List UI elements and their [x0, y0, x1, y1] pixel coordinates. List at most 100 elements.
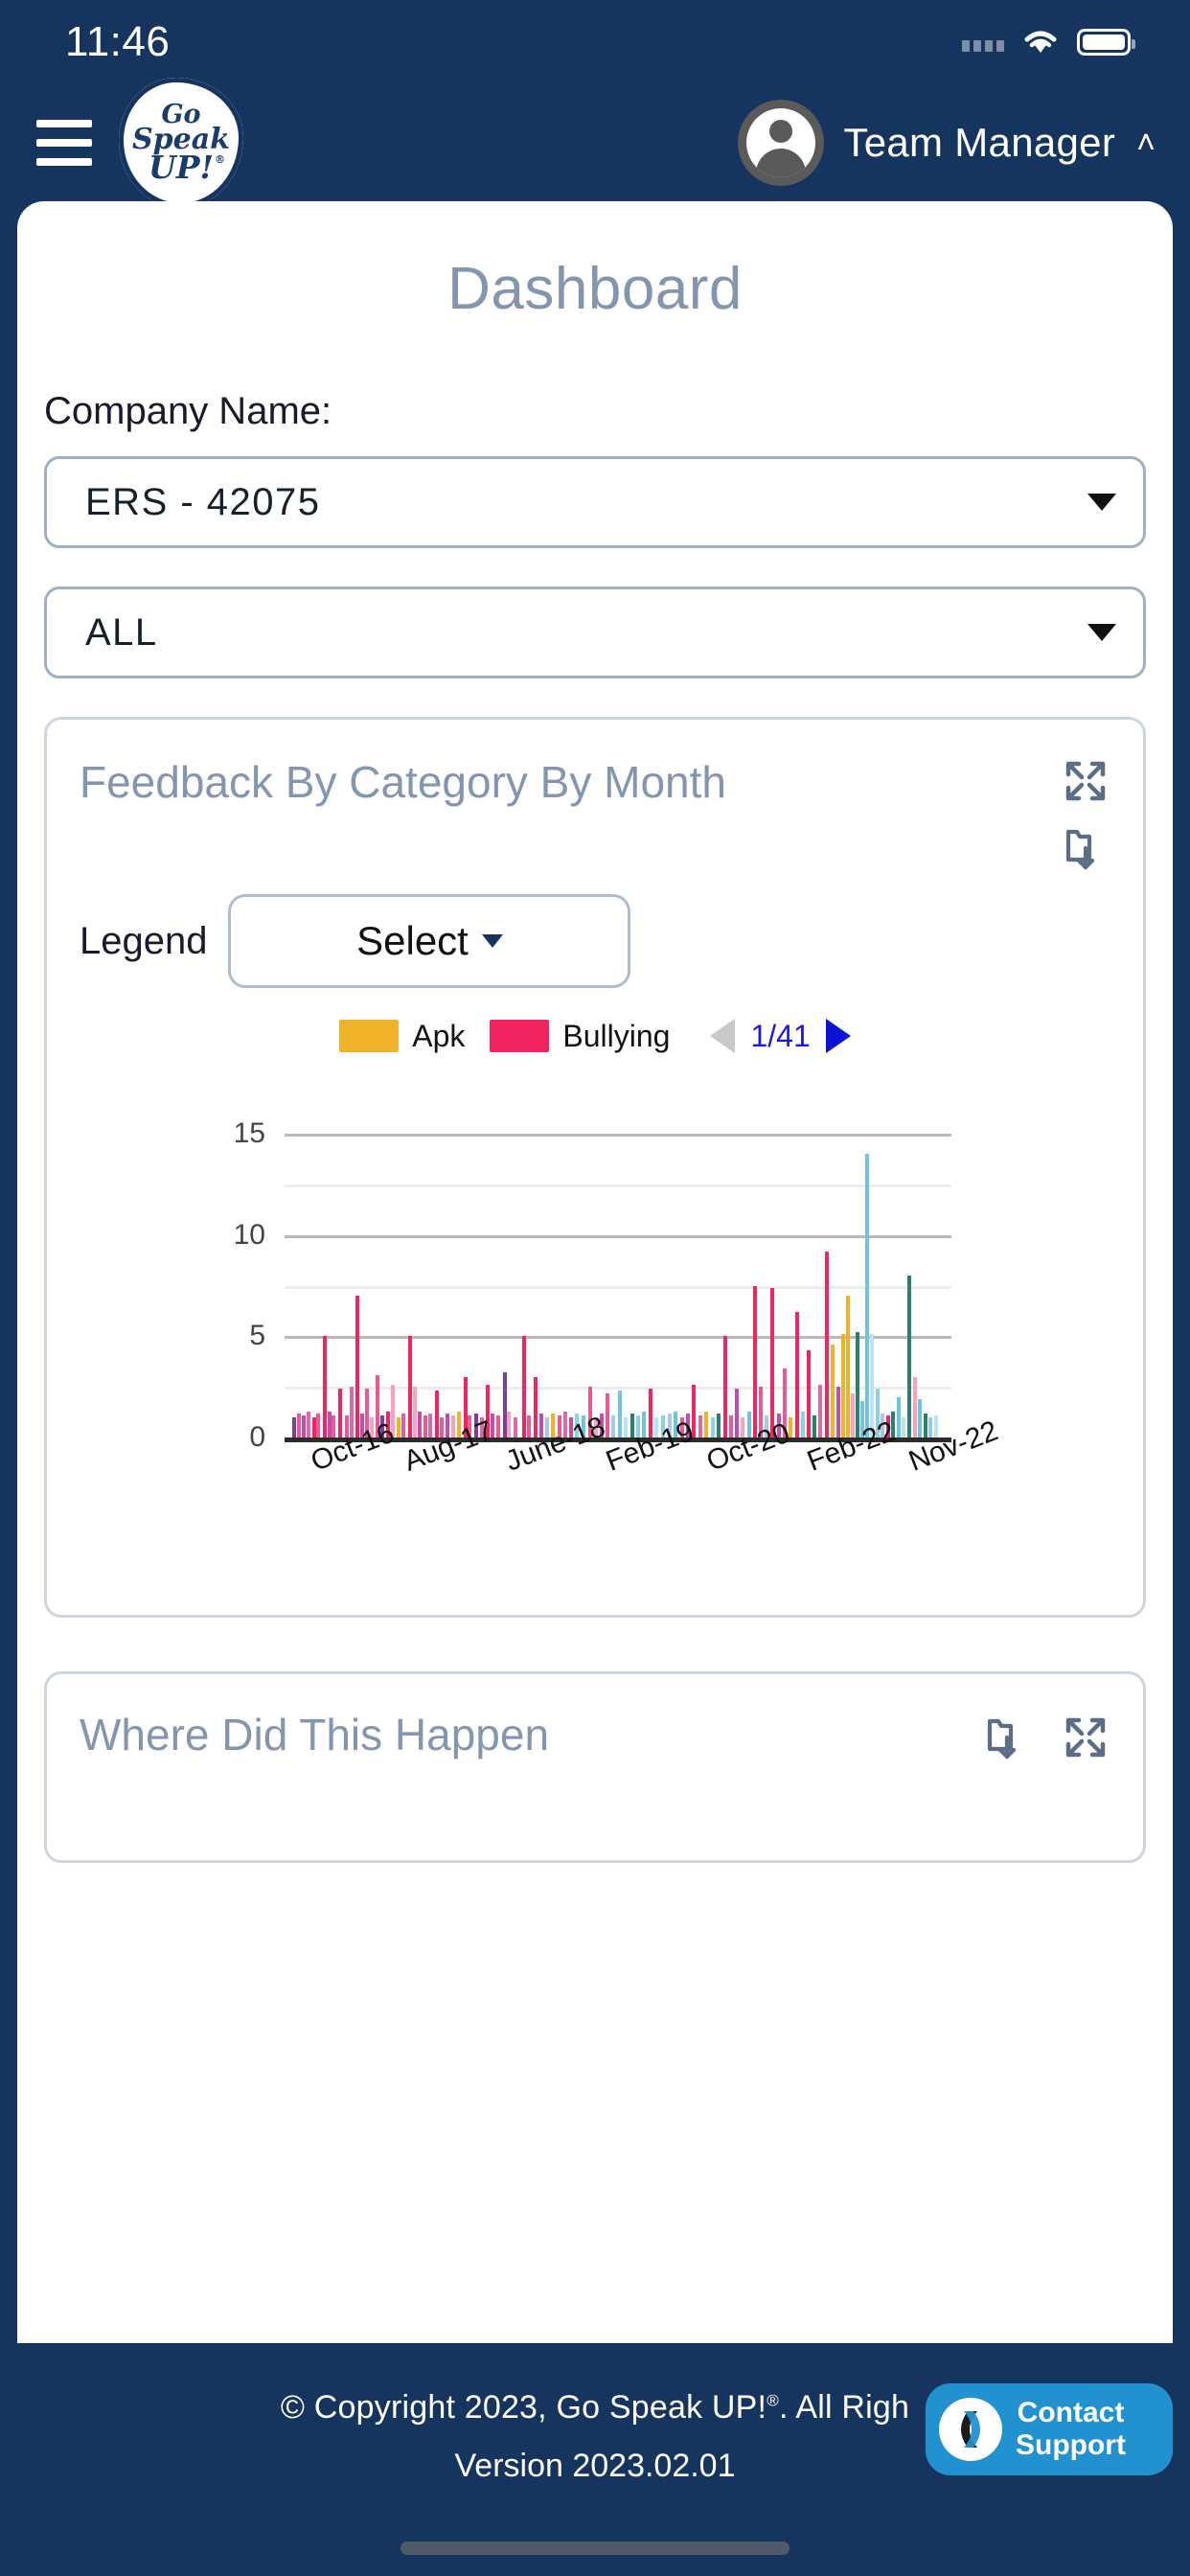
copyright-main: © Copyright 2023, Go Speak UP! [280, 2389, 767, 2426]
legend-label: Legend [80, 919, 208, 962]
chevron-down-icon [481, 934, 503, 948]
app-screen: 11:46 Go Speak UP! ® Team Manager ˄ Dash… [0, 0, 1190, 2576]
chart-bar [297, 1413, 302, 1438]
status-time: 11:46 [65, 18, 171, 65]
legend-select-value: Select [356, 918, 469, 963]
logo-text: Go Speak UP! ® [119, 78, 243, 208]
chart-bar [624, 1416, 629, 1438]
chart-bar [770, 1287, 775, 1438]
chart-bar [629, 1413, 634, 1438]
chart-bar [734, 1389, 739, 1438]
chart-bar [396, 1416, 400, 1438]
support-line-1: Contact [1017, 2397, 1125, 2429]
y-tick-label: 10 [233, 1218, 265, 1251]
where-card-actions [982, 1709, 1110, 1762]
legend-swatch-apk [339, 1020, 400, 1052]
where-card-header: Where Did This Happen [47, 1674, 1143, 1762]
chart-bar [502, 1372, 507, 1438]
chart-bar [434, 1391, 439, 1438]
chart-bar [337, 1389, 342, 1438]
chart-bar [514, 1416, 518, 1438]
feedback-card-title: Feedback By Category By Month [80, 757, 726, 807]
main-content-card: Dashboard Company Name: ERS - 42075 ALL … [17, 201, 1173, 2343]
chart-bar [846, 1296, 851, 1438]
chevron-up-icon[interactable]: ˄ [1136, 126, 1156, 159]
support-line-2: Support [1016, 2429, 1126, 2461]
chart-bar [717, 1413, 721, 1438]
chart-bar [864, 1154, 869, 1438]
company-select-value: ERS - 42075 [85, 480, 321, 523]
pager-prev-icon[interactable] [710, 1019, 736, 1053]
legend-item-apk[interactable]: Apk [339, 1019, 465, 1054]
chart-bar [306, 1411, 310, 1438]
signal-dots-icon [962, 33, 1004, 52]
chart-bar [618, 1391, 622, 1438]
app-header: Go Speak UP! ® Team Manager ˄ [0, 78, 1190, 208]
logo-trademark: ® [215, 153, 226, 167]
chart-bar [527, 1414, 532, 1438]
hamburger-menu-icon[interactable] [36, 120, 92, 166]
pager-next-icon[interactable] [825, 1019, 851, 1053]
chart-bar [795, 1311, 800, 1438]
go-speak-up-logo[interactable]: Go Speak UP! ® [119, 78, 243, 208]
chart-bar [841, 1334, 846, 1438]
chart-bar [302, 1414, 307, 1438]
chart-bar [824, 1251, 829, 1438]
chart-pager: 1/41 [710, 1019, 851, 1054]
feedback-by-category-card: Feedback By Category By Month Legend Sel… [44, 717, 1146, 1618]
chart-bar [907, 1275, 912, 1438]
chart-bar [835, 1387, 840, 1438]
expand-arrows-icon[interactable] [1061, 1713, 1110, 1762]
contact-support-button[interactable]: Contact Support [926, 2383, 1173, 2475]
export-download-icon[interactable] [1061, 823, 1110, 873]
support-chat-icon [939, 2398, 1002, 2461]
chart-bar [831, 1344, 835, 1438]
user-avatar-icon [738, 100, 825, 186]
chart-bar [311, 1416, 316, 1438]
expand-arrows-icon[interactable] [1061, 756, 1110, 806]
logo-line-3: UP! ® [149, 151, 225, 183]
company-select[interactable]: ERS - 42075 [44, 456, 1146, 548]
chart-bar [327, 1411, 332, 1438]
legend-select[interactable]: Select [228, 894, 631, 988]
chart-bar [710, 1416, 715, 1438]
footer: © Copyright 2023, Go Speak UP!®. All Rig… [0, 2343, 1190, 2576]
contact-support-label: Contact Support [1016, 2397, 1126, 2461]
scope-select-value: ALL [85, 610, 158, 654]
chart-bars [285, 1134, 951, 1438]
chart-legend: Apk Bullying 1/41 [47, 1011, 1143, 1061]
legend-row: Legend Select [47, 873, 1143, 988]
chart-bar [918, 1398, 923, 1438]
wifi-icon [1024, 31, 1057, 53]
chart-bar [496, 1414, 501, 1438]
user-menu[interactable]: Team Manager ˄ [738, 100, 1156, 186]
export-download-icon[interactable] [982, 1713, 1032, 1762]
chart-bar [704, 1411, 709, 1438]
chart-bar [355, 1296, 359, 1438]
chart-bar [534, 1376, 538, 1438]
chevron-down-icon [1087, 494, 1116, 511]
chart-bar [806, 1350, 811, 1438]
chart-bar [507, 1411, 512, 1438]
chart-bar [722, 1336, 727, 1438]
chart-bar [428, 1413, 433, 1438]
chart-plot-area: 0 5 10 15 [47, 1078, 1143, 1453]
chart-bar [902, 1416, 906, 1438]
feedback-chart: Apk Bullying 1/41 0 5 10 15 Oct-16 Aug-1… [47, 1011, 1143, 1586]
scope-select[interactable]: ALL [44, 586, 1146, 678]
chart-x-axis-labels: Oct-16 Aug-17 June-18 Feb-19 Oct-20 Feb-22 Nov… [47, 1411, 1143, 1548]
chart-bar [818, 1385, 823, 1438]
copyright-tail: . All Righ [778, 2389, 910, 2426]
chart-bar [412, 1387, 417, 1438]
chart-bar [855, 1332, 859, 1438]
feedback-card-header: Feedback By Category By Month [47, 720, 1143, 873]
chart-bar [332, 1414, 336, 1438]
chart-bar [316, 1413, 321, 1438]
legend-item-bullying[interactable]: Bullying [490, 1019, 670, 1054]
legend-label-apk: Apk [412, 1018, 466, 1053]
chart-bar [521, 1336, 526, 1438]
y-tick-label: 5 [249, 1320, 265, 1352]
chart-bar [812, 1414, 817, 1438]
chart-bar [753, 1285, 758, 1438]
feedback-card-actions [1061, 756, 1110, 873]
